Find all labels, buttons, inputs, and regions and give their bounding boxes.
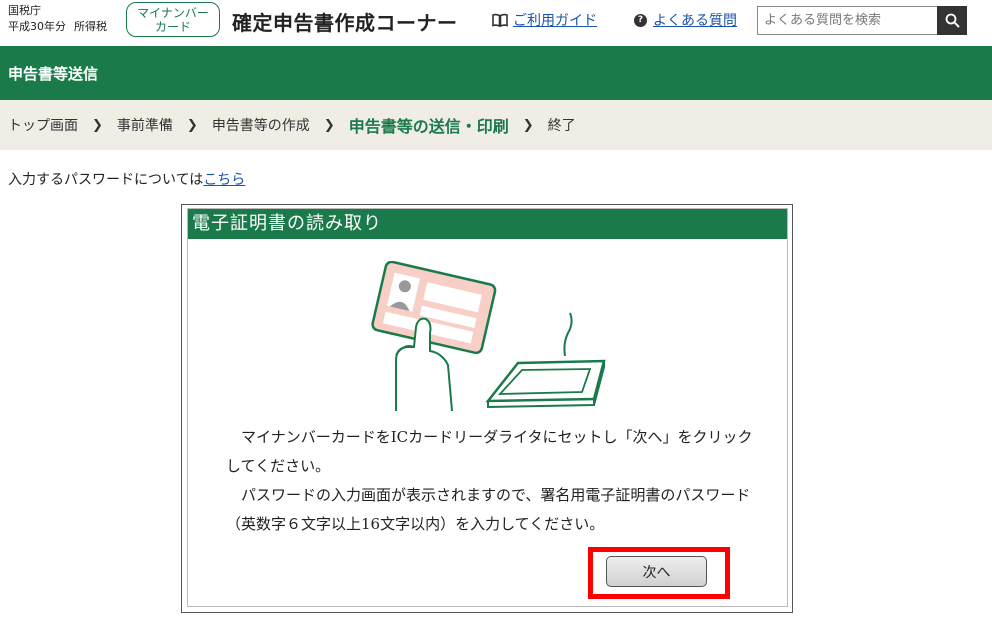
agency-info: 国税庁 平成30年分 所得税: [8, 3, 115, 35]
book-icon: [492, 13, 508, 27]
card-reader-illustration: [371, 261, 606, 411]
breadcrumb: トップ画面 ❯ 事前準備 ❯ 申告書等の作成 ❯ 申告書等の送信・印刷 ❯ 終了: [0, 100, 992, 150]
instruction-password: パスワードの入力画面が表示されますので、署名用電子証明書のパスワード（英数字６文…: [226, 486, 751, 533]
search-button[interactable]: [937, 6, 967, 35]
section-header: 申告書等送信: [0, 46, 992, 100]
breadcrumb-step-send-print: 申告書等の送信・印刷: [348, 117, 509, 136]
site-title: 確定申告書作成コーナー: [232, 11, 458, 35]
agency-name: 国税庁: [8, 4, 41, 17]
breadcrumb-step-create: 申告書等の作成: [211, 118, 310, 134]
password-note-link[interactable]: こちら: [203, 172, 245, 188]
password-note-text: 入力するパスワードについては: [8, 172, 204, 188]
faq[interactable]: ? よくある質問: [634, 10, 737, 30]
chevron-right-icon: ❯: [522, 117, 534, 133]
mynumber-card-button[interactable]: マイナンバー カード: [126, 2, 220, 37]
chevron-right-icon: ❯: [186, 117, 198, 133]
section-title: 申告書等送信: [8, 65, 99, 83]
breadcrumb-step-top: トップ画面: [8, 118, 78, 134]
faq-search: [757, 6, 967, 35]
tax-year: 平成30年分: [8, 20, 66, 33]
tax-year-line: 平成30年分 所得税: [8, 19, 115, 35]
site-header: 国税庁 平成30年分 所得税 マイナンバー カード 確定申告書作成コーナー ご利用…: [0, 0, 992, 46]
tax-type: 所得税: [74, 20, 107, 33]
magnifier-icon: [945, 13, 960, 28]
question-circle-icon: ?: [634, 13, 647, 27]
dialog-title: 電子証明書の読み取り: [188, 209, 787, 239]
breadcrumb-step-finish: 終了: [547, 118, 576, 134]
search-input[interactable]: [757, 6, 937, 35]
dialog-message: マイナンバーカードをICカードリーダライタにセットし「次へ」をクリックしてくださ…: [226, 423, 766, 539]
next-button[interactable]: 次へ: [606, 556, 707, 587]
usage-guide[interactable]: ご利用ガイド: [492, 10, 597, 30]
breadcrumb-step-prep: 事前準備: [116, 118, 173, 134]
chevron-right-icon: ❯: [323, 117, 335, 133]
usage-guide-link[interactable]: ご利用ガイド: [513, 10, 597, 30]
mynumber-label-1: マイナンバー: [137, 5, 209, 20]
password-note: 入力するパスワードについてはこちら: [8, 169, 245, 189]
mynumber-label-2: カード: [154, 19, 191, 34]
chevron-right-icon: ❯: [92, 117, 103, 133]
instruction-set-card: マイナンバーカードをICカードリーダライタにセットし「次へ」をクリックしてくださ…: [226, 428, 753, 475]
faq-link[interactable]: よくある質問: [653, 10, 737, 30]
